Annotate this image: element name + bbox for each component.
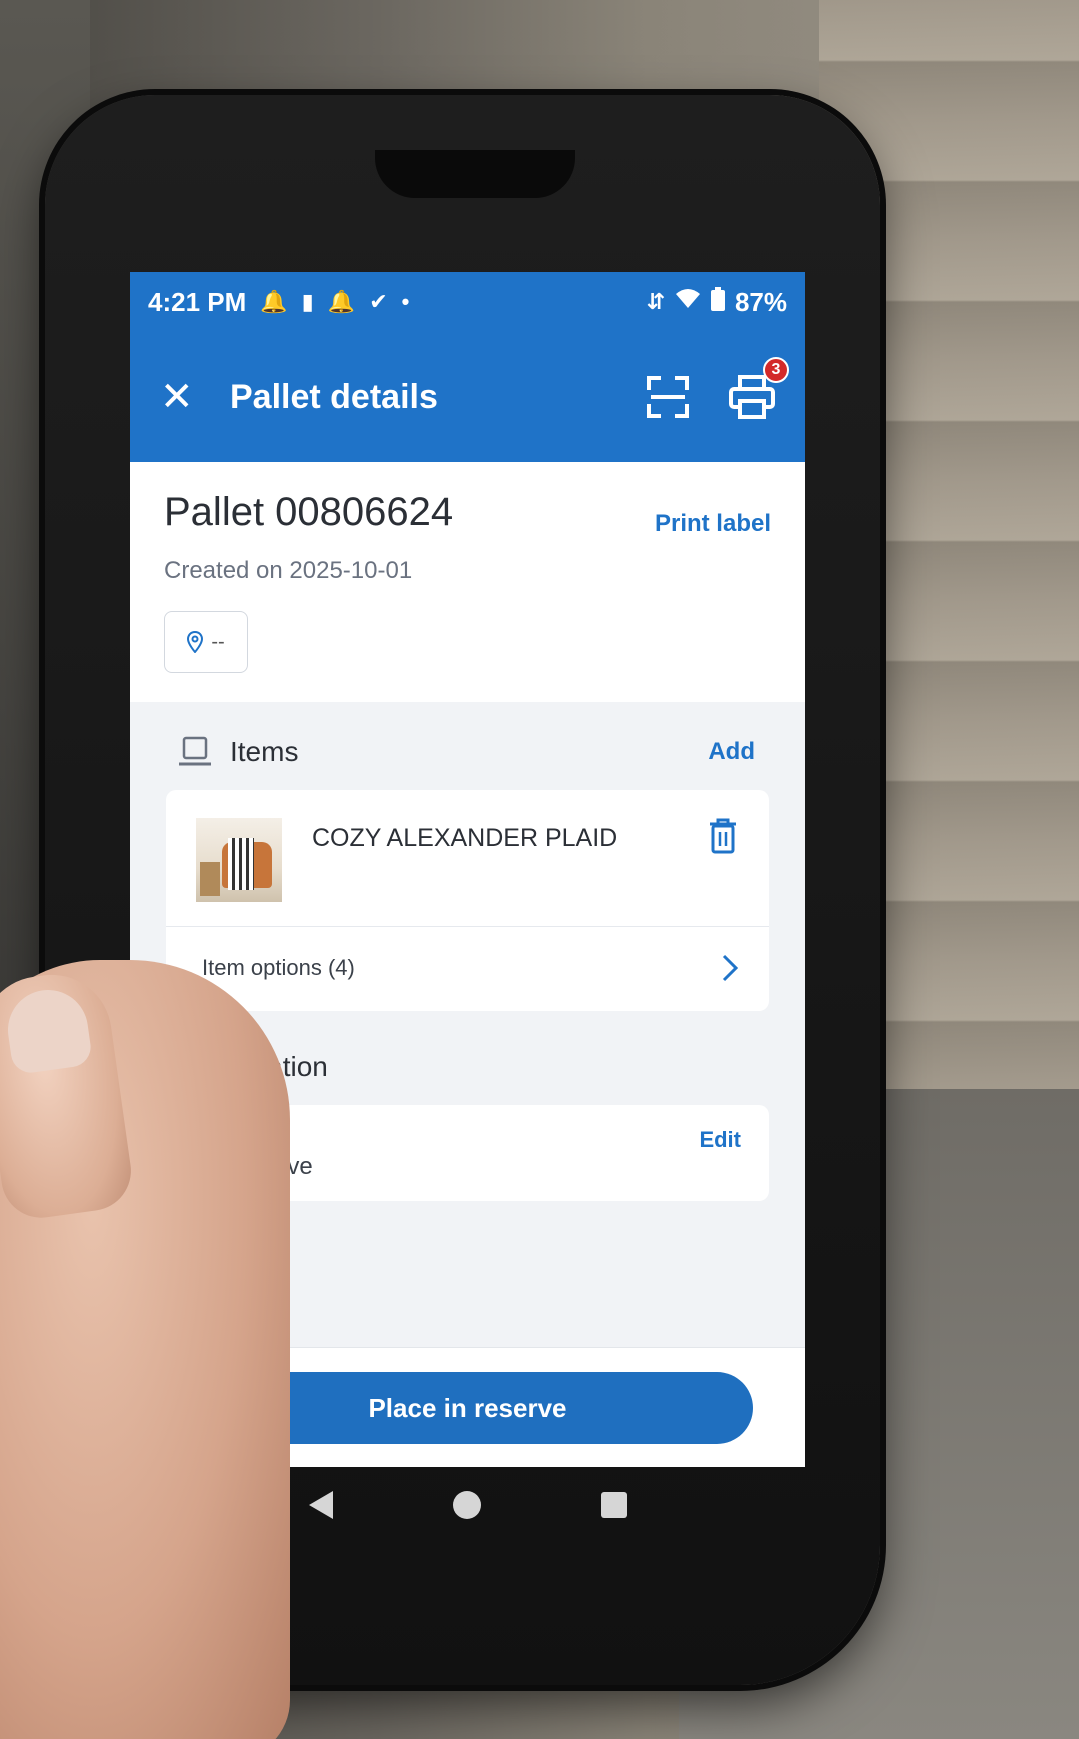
recents-icon[interactable] [600, 1492, 627, 1518]
data-arrows-icon: ⇵ [646, 289, 665, 314]
items-title: Items [230, 736, 299, 767]
scan-icon[interactable] [647, 376, 689, 418]
created-date: Created on 2025-10-01 [164, 557, 413, 584]
list-item: COZY ALEXANDER PLAID [166, 790, 769, 927]
edit-location-button[interactable]: Edit [699, 1127, 741, 1153]
page-title: Pallet details [230, 377, 438, 416]
item-options-row[interactable]: Item options (4) [166, 927, 769, 1011]
item-thumbnail [196, 818, 282, 902]
device-earpiece [375, 150, 575, 198]
trash-icon[interactable] [707, 818, 739, 854]
location-pin-icon [187, 631, 204, 653]
location-chip[interactable]: -- [164, 611, 248, 673]
wifi-icon [675, 288, 701, 316]
print-label-link[interactable]: Print label [655, 510, 771, 538]
dot-icon: • [401, 289, 410, 314]
battery-icon [710, 287, 725, 317]
home-icon[interactable] [452, 1491, 481, 1519]
app-bar: ✕ Pallet details 3 [130, 332, 805, 462]
item-options-label: Item options (4) [202, 955, 355, 980]
sim-icon: ▮ [301, 289, 314, 314]
laptop-icon [179, 736, 211, 766]
status-right: ⇵ 87% [647, 287, 787, 318]
status-bar: 4:21 PM 🔔 ▮ 🔔 ✔ • ⇵ 87% [130, 272, 805, 332]
pallet-card: Pallet 00806624 Print label Created on 2… [130, 462, 805, 702]
close-icon[interactable]: ✕ [160, 374, 212, 420]
printer-button[interactable]: 3 [729, 357, 789, 419]
status-time: 4:21 PM [148, 286, 247, 317]
add-item-button[interactable]: Add [708, 738, 755, 766]
chevron-right-icon [722, 954, 739, 982]
back-icon[interactable] [308, 1491, 333, 1519]
printer-count-badge: 3 [763, 357, 789, 383]
alarm-icon: 🔔 [327, 289, 356, 314]
items-section-header: Items Add [130, 702, 805, 790]
alarm-icon: 🔔 [260, 289, 288, 314]
app-actions: 3 [647, 357, 789, 419]
item-card: COZY ALEXANDER PLAID Item options (4) [166, 790, 769, 1011]
check-circle-icon: ✔ [369, 289, 388, 314]
item-name: COZY ALEXANDER PLAID [312, 824, 618, 852]
status-left: 4:21 PM 🔔 ▮ 🔔 ✔ • [148, 287, 409, 318]
battery-percent: 87% [734, 286, 787, 317]
printer-icon [729, 375, 775, 419]
location-chip-value: -- [211, 630, 225, 653]
